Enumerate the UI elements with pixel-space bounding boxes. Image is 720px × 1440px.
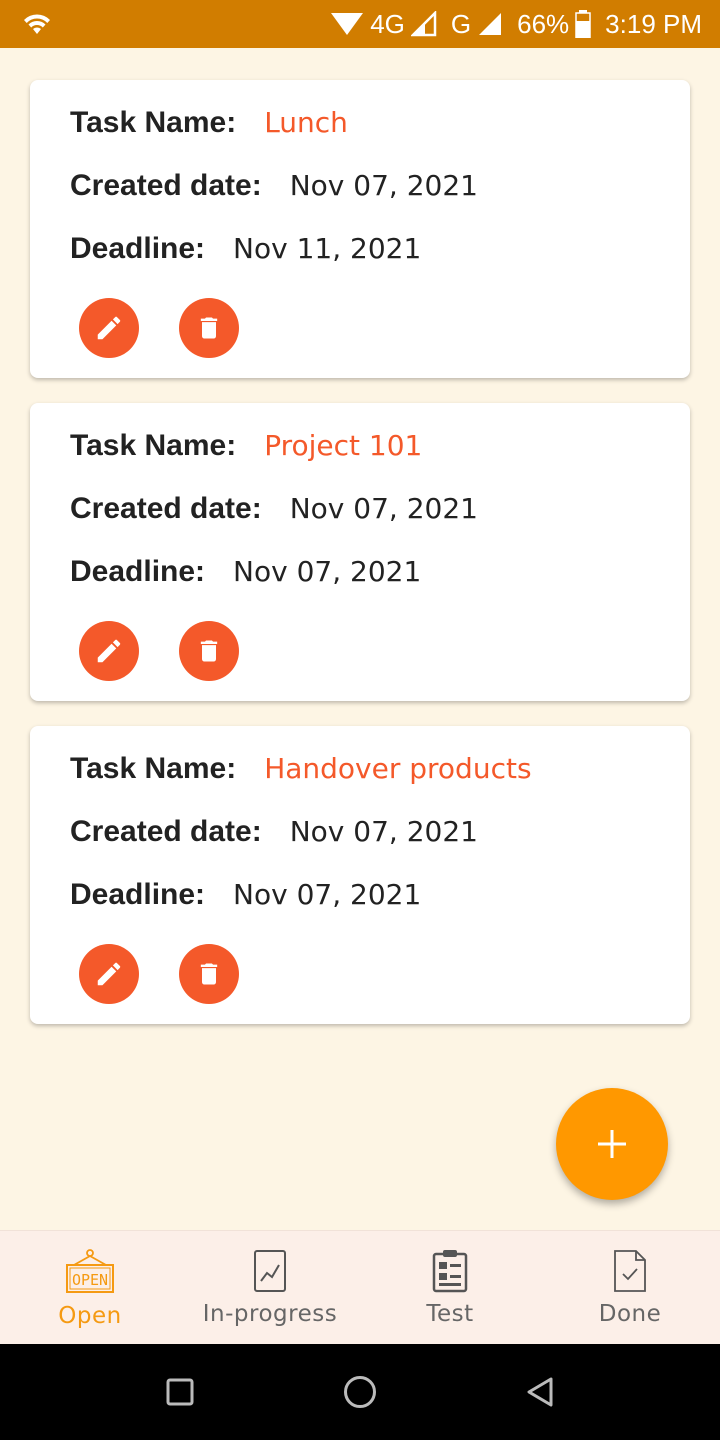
task-card: Task Name: Handover products Created dat… [30, 726, 690, 1024]
svg-text:OPEN: OPEN [72, 1271, 108, 1289]
trash-icon [200, 317, 218, 339]
nav-label-in-progress: In-progress [202, 1301, 338, 1327]
created-date-label: Created date: [70, 492, 262, 525]
trash-icon [200, 963, 218, 985]
nav-item-test[interactable]: Test [360, 1231, 540, 1345]
created-date-row: Created date: Nov 07, 2021 [70, 169, 478, 203]
system-nav-bar [0, 1344, 720, 1440]
task-name-row: Task Name: Lunch [70, 106, 348, 140]
deadline-value: Nov 07, 2021 [233, 878, 422, 911]
network-type: 4G [370, 8, 405, 39]
back-button[interactable] [450, 1344, 630, 1440]
task-card: Task Name: Project 101 Created date: Nov… [30, 403, 690, 701]
square-icon [166, 1378, 194, 1406]
edit-task-button[interactable] [79, 944, 139, 1004]
deadline-value: Nov 07, 2021 [233, 555, 422, 588]
battery-group: 66% [517, 9, 591, 40]
deadline-label: Deadline: [70, 555, 206, 588]
edit-task-button[interactable] [79, 298, 139, 358]
nav-item-in-progress[interactable]: In-progress [180, 1231, 360, 1345]
created-date-row: Created date: Nov 07, 2021 [70, 492, 478, 526]
created-date-value: Nov 07, 2021 [289, 169, 478, 202]
created-date-row: Created date: Nov 07, 2021 [70, 815, 478, 849]
task-name-value: Handover products [264, 752, 532, 785]
battery-percent: 66% [517, 8, 570, 39]
add-task-button[interactable] [556, 1088, 668, 1200]
task-card: Task Name: Lunch Created date: Nov 07, 2… [30, 80, 690, 378]
chart-line-icon [254, 1250, 286, 1292]
task-name-label: Task Name: [70, 429, 237, 462]
battery-icon [575, 10, 591, 38]
nav-item-done[interactable]: Done [540, 1231, 720, 1345]
open-sign-icon: OPEN [66, 1249, 114, 1293]
deadline-label: Deadline: [70, 232, 206, 265]
nav-label-test: Test [426, 1301, 474, 1327]
clipboard-icon [432, 1250, 468, 1293]
created-date-value: Nov 07, 2021 [289, 815, 478, 848]
nav-label-done: Done [598, 1301, 662, 1327]
deadline-row: Deadline: Nov 07, 2021 [70, 555, 421, 589]
edit-task-button[interactable] [79, 621, 139, 681]
created-date-label: Created date: [70, 815, 262, 848]
recents-button[interactable] [90, 1344, 270, 1440]
task-name-row: Task Name: Project 101 [70, 429, 422, 463]
nav-item-open[interactable]: OPEN Open [0, 1231, 180, 1345]
clock: 3:19 PM [605, 8, 702, 39]
pencil-icon [97, 639, 121, 663]
created-date-label: Created date: [70, 169, 262, 202]
document-check-icon [614, 1250, 646, 1292]
nav-label-open: Open [58, 1303, 122, 1329]
cell-signal-icon-2 [479, 13, 502, 35]
status-left [22, 12, 52, 36]
cell-signal-icon [410, 11, 437, 37]
deadline-row: Deadline: Nov 07, 2021 [70, 878, 421, 912]
created-date-value: Nov 07, 2021 [289, 492, 478, 525]
pencil-icon [97, 316, 121, 340]
task-name-label: Task Name: [70, 752, 237, 785]
wifi-signal-icon [331, 13, 364, 35]
signal-group-2: G [451, 9, 503, 40]
status-bar: 4G G 66% 3:19 PM [0, 0, 720, 48]
deadline-value: Nov 11, 2021 [233, 232, 422, 265]
wifi-icon [24, 14, 50, 34]
pencil-icon [97, 962, 121, 986]
network-type-2: G [450, 8, 472, 39]
task-list: Task Name: Lunch Created date: Nov 07, 2… [0, 48, 720, 1230]
delete-task-button[interactable] [179, 298, 239, 358]
task-name-label: Task Name: [70, 106, 237, 139]
circle-icon [344, 1376, 376, 1408]
signal-group: 4G [330, 9, 437, 40]
delete-task-button[interactable] [179, 944, 239, 1004]
task-name-row: Task Name: Handover products [70, 752, 532, 786]
task-name-value: Lunch [264, 106, 348, 139]
plus-icon [598, 1130, 626, 1158]
trash-icon [200, 640, 218, 662]
back-triangle-icon [527, 1377, 553, 1407]
home-button[interactable] [270, 1344, 450, 1440]
deadline-row: Deadline: Nov 11, 2021 [70, 232, 421, 266]
status-right: 4G G 66% 3:19 PM [330, 9, 702, 40]
task-name-value: Project 101 [264, 429, 423, 462]
deadline-label: Deadline: [70, 878, 206, 911]
delete-task-button[interactable] [179, 621, 239, 681]
bottom-nav: OPEN Open In-progress Test Done [0, 1230, 720, 1344]
